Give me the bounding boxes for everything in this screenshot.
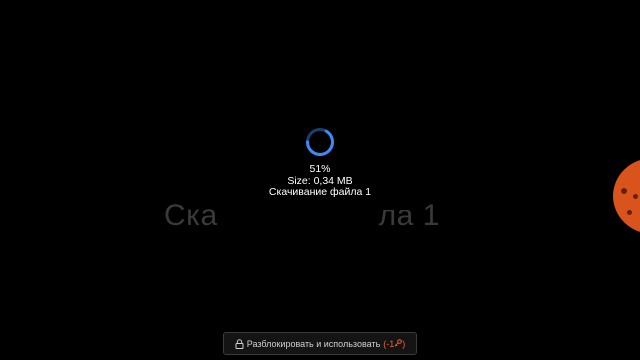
download-status: Скачивание файла 1	[268, 186, 372, 198]
unlock-cost: (-1)	[383, 338, 406, 349]
download-percent: 51%	[309, 163, 331, 175]
background-title-left: Ска	[164, 199, 218, 232]
lock-icon	[235, 338, 244, 349]
orange-object-edge	[613, 158, 640, 234]
unlock-and-use-button[interactable]: Разблокировать и использовать (-1)	[223, 332, 417, 355]
unlock-button-label: Разблокировать и использовать	[246, 338, 381, 349]
loading-spinner-icon	[306, 128, 334, 156]
